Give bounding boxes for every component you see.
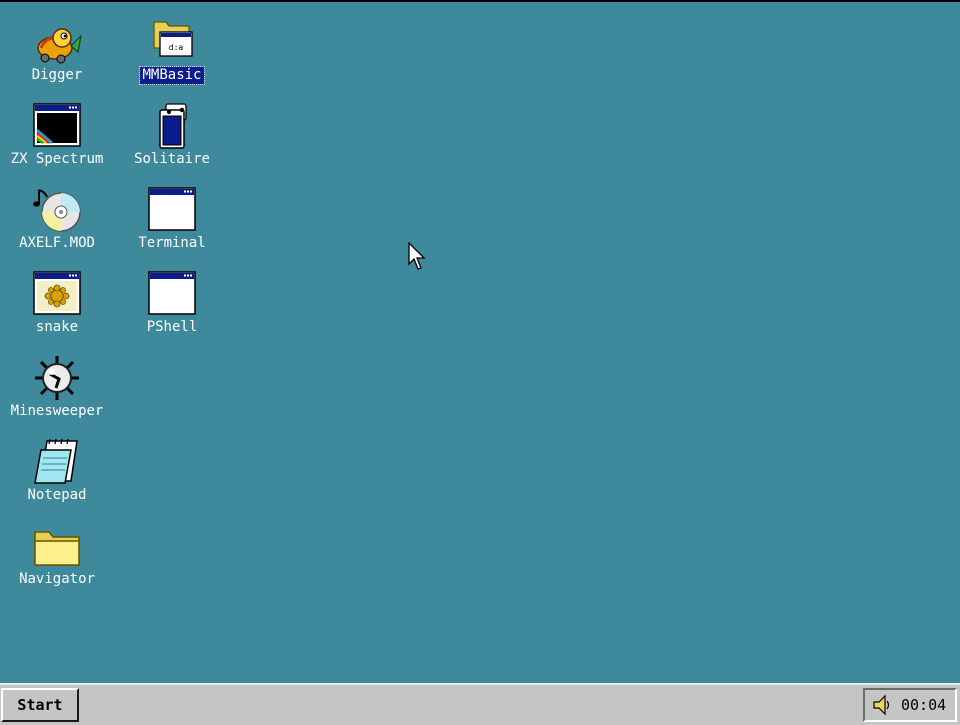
desktop-icon-zx-spectrum[interactable]: ZX Spectrum xyxy=(2,100,112,180)
desktop-icon-terminal[interactable]: Terminal xyxy=(117,184,227,264)
desktop-icon-label: ZX Spectrum xyxy=(10,151,104,167)
mine-icon xyxy=(35,356,79,400)
desktop-icon-minesweeper[interactable]: Minesweeper xyxy=(2,352,112,432)
clock: 00:04 xyxy=(901,696,947,714)
zx-spectrum-icon xyxy=(33,103,81,147)
desktop-icon-label: Minesweeper xyxy=(10,403,104,419)
desktop-icon-label: Navigator xyxy=(19,571,95,587)
desktop-icon-label: MMBasic xyxy=(139,66,205,85)
desktop-icon-label: PShell xyxy=(146,319,198,335)
cards-icon xyxy=(159,103,187,149)
digger-icon xyxy=(37,28,82,64)
start-button[interactable]: Start xyxy=(1,688,79,722)
desktop[interactable]: Digger ZX Spectrum AXELF.MOD snake Mines… xyxy=(0,0,960,683)
snake-icon xyxy=(33,271,81,315)
desktop-icon-label: Notepad xyxy=(27,487,87,503)
desktop-icon-solitaire[interactable]: Solitaire xyxy=(117,100,227,180)
desktop-icon-axelf-mod[interactable]: AXELF.MOD xyxy=(2,184,112,264)
desktop-icon-label: Digger xyxy=(31,67,83,83)
desktop-icon-digger[interactable]: Digger xyxy=(2,16,112,96)
desktop-icon-snake[interactable]: snake xyxy=(2,268,112,348)
desktop-icon-notepad[interactable]: Notepad xyxy=(2,436,112,516)
desktop-icon-label: Terminal xyxy=(138,235,206,251)
taskbar: Start 00:04 xyxy=(0,683,960,725)
music-cd-icon xyxy=(33,189,81,232)
speaker-icon[interactable] xyxy=(871,694,893,716)
desktop-icon-navigator[interactable]: Navigator xyxy=(2,520,112,600)
window-icon xyxy=(148,271,196,315)
folder-icon xyxy=(34,531,80,566)
mouse-pointer-icon xyxy=(408,242,426,270)
desktop-icon-label: snake xyxy=(35,319,79,335)
window-icon xyxy=(148,187,196,231)
desktop-icon-pshell[interactable]: PShell xyxy=(117,268,227,348)
svg-text:d:a: d:a xyxy=(169,43,184,52)
notepad-icon xyxy=(34,438,78,484)
system-tray: 00:04 xyxy=(863,688,957,722)
desktop-icon-label: AXELF.MOD xyxy=(19,235,95,251)
desktop-icon-label: Solitaire xyxy=(134,151,210,167)
desktop-icon-mmbasic[interactable]: d:a MMBasic xyxy=(117,16,227,96)
mmbasic-icon: d:a xyxy=(153,21,193,57)
